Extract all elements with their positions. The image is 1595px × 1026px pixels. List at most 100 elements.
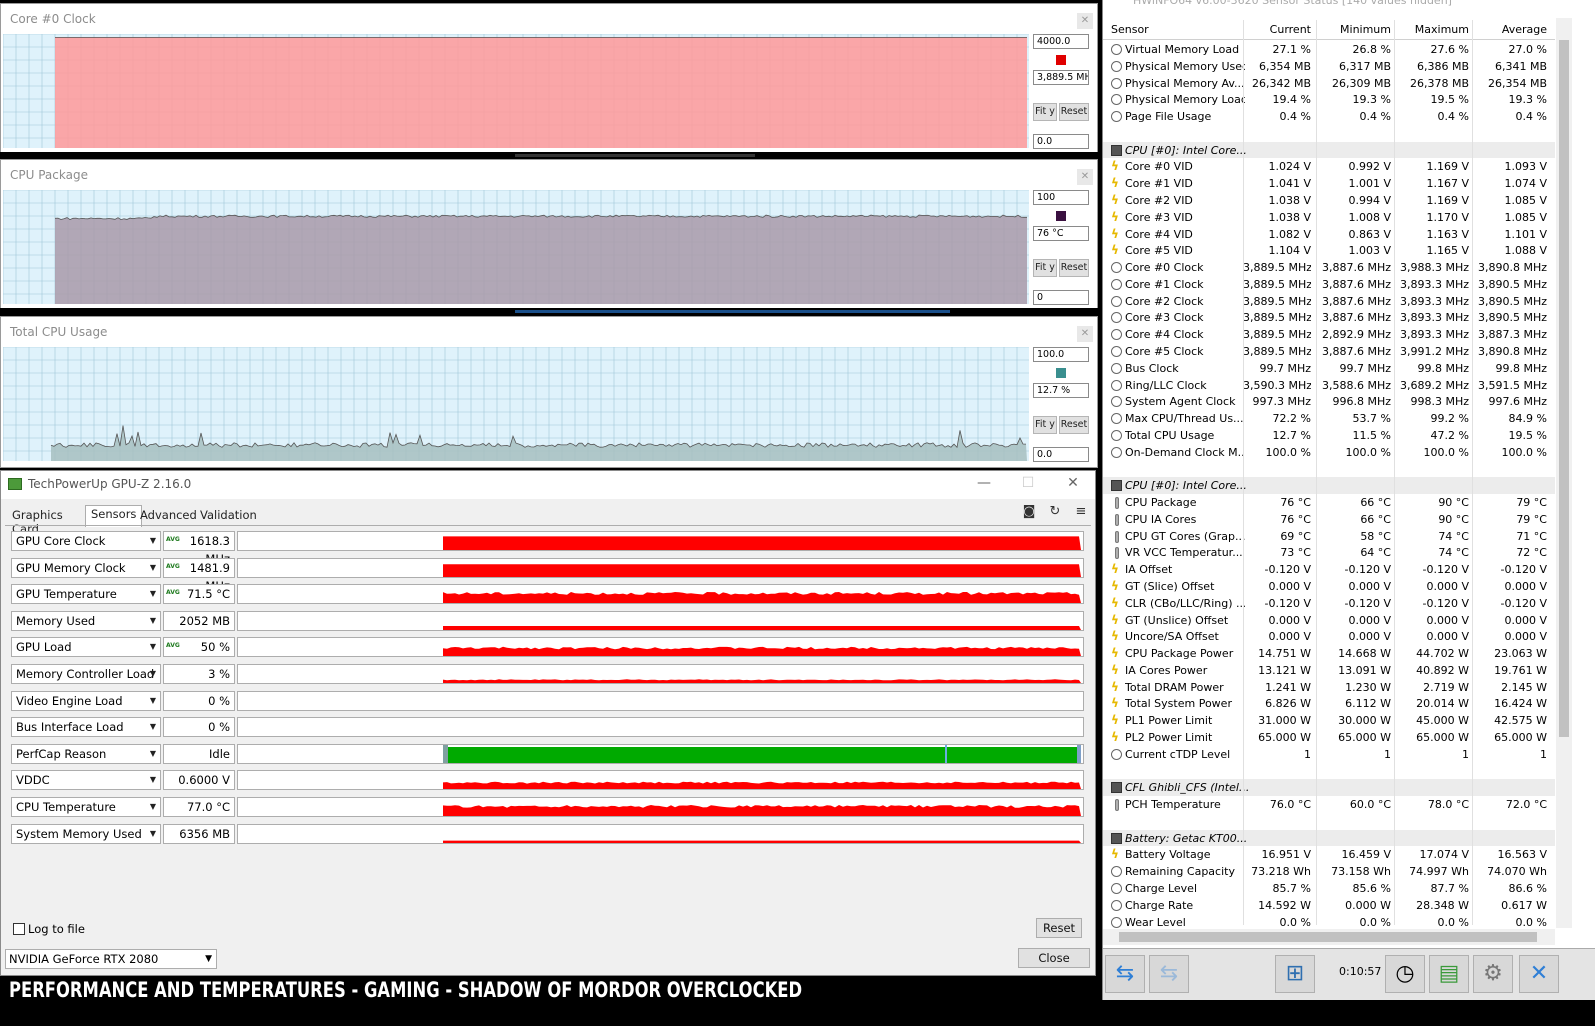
sensor-row[interactable]: Total CPU Usage 12.7 % 11.5 % 47.2 % 19.5 % <box>1103 427 1555 444</box>
sensor-row[interactable]: Core #2 Clock 3,889.5 MHz 3,887.6 MHz 3,893… <box>1103 293 1555 310</box>
sensor-group-header[interactable]: Battery: Getac KT00... <box>1103 829 1555 847</box>
close-button[interactable]: Close <box>1018 948 1090 968</box>
fit-y-button[interactable]: Fit y <box>1033 259 1057 277</box>
sensor-row[interactable]: System Agent Clock 997.3 MHz 996.8 MHz 998.… <box>1103 393 1555 410</box>
sensor-select[interactable]: GPU Temperature ▼ <box>11 584 161 605</box>
fit-y-button[interactable]: Fit y <box>1033 103 1057 121</box>
clock-icon[interactable]: ◷ <box>1385 955 1425 993</box>
reset-graph-button[interactable]: Reset <box>1059 416 1089 434</box>
menu-icon[interactable]: ≡ <box>1073 505 1089 519</box>
scrollbar-thumb[interactable] <box>1559 40 1569 737</box>
column-header-current[interactable]: Current <box>1243 23 1311 36</box>
sensor-row[interactable]: Charge Level 85.7 % 85.6 % 87.7 % 86.6 % <box>1103 880 1555 897</box>
sensor-row[interactable]: ϟ CPU Package Power 14.751 W 14.668 W 44.702… <box>1103 645 1555 662</box>
sensor-group-header[interactable]: CFL Ghibli_CFS (Intel... <box>1103 779 1555 797</box>
sensor-row[interactable]: Core #4 Clock 3,889.5 MHz 2,892.9 MHz 3,893… <box>1103 326 1555 343</box>
sensor-row[interactable]: Core #0 Clock 3,889.5 MHz 3,887.6 MHz 3,988… <box>1103 259 1555 276</box>
vertical-scrollbar[interactable] <box>1556 18 1572 928</box>
sensor-row[interactable]: ϟ PL2 Power Limit 65.000 W 65.000 W 65.000 W… <box>1103 729 1555 746</box>
tab-validation[interactable]: Validation <box>195 507 262 525</box>
settings-gear-icon[interactable]: ⚙ <box>1473 955 1513 993</box>
sensor-row[interactable]: Charge Rate 14.592 W 0.000 W 28.348 W 0.617 … <box>1103 897 1555 914</box>
sensor-row[interactable]: Physical Memory Used 6,354 MB 6,317 MB 6,38… <box>1103 58 1555 75</box>
sensor-row[interactable]: ϟ CLR (CBo/LLC/Ring) ... -0.120 V -0.120 V -… <box>1103 595 1555 612</box>
add-report-icon[interactable]: ▤ <box>1429 955 1469 993</box>
maximize-icon[interactable]: ☐ <box>1013 475 1043 491</box>
sensor-row[interactable]: Wear Level 0.0 % 0.0 % 0.0 % 0.0 % <box>1103 914 1555 931</box>
sensor-select[interactable]: System Memory Used ▼ <box>11 823 161 844</box>
camera-icon[interactable]: ◙ <box>1021 505 1037 519</box>
horizontal-scrollbar[interactable] <box>1103 929 1555 945</box>
sensor-row[interactable]: ϟ Core #5 VID 1.104 V 1.003 V 1.165 V 1.088 V <box>1103 242 1555 259</box>
close-icon[interactable]: ✕ <box>1058 475 1088 491</box>
column-header-minimum[interactable]: Minimum <box>1321 23 1391 36</box>
sensor-row[interactable]: Core #1 Clock 3,889.5 MHz 3,887.6 MHz 3,893… <box>1103 276 1555 293</box>
graph-min-value[interactable]: 0.0 <box>1033 447 1089 462</box>
scrollbar-thumb[interactable] <box>1119 932 1537 942</box>
reset-graph-button[interactable]: Reset <box>1059 103 1089 121</box>
network-icon[interactable]: ⊞ <box>1275 955 1315 993</box>
sensor-row[interactable]: ϟ IA Cores Power 13.121 W 13.091 W 40.892 W 1… <box>1103 662 1555 679</box>
sensor-row[interactable]: CPU IA Cores 76 °C 66 °C 90 °C 79 °C <box>1103 511 1555 528</box>
sensor-select[interactable]: CPU Temperature ▼ <box>11 797 161 817</box>
close-icon[interactable]: ✕ <box>1077 169 1093 185</box>
scrollbar-thumb[interactable] <box>515 310 950 313</box>
sensor-row[interactable]: ϟ IA Offset -0.120 V -0.120 V -0.120 V -0.120… <box>1103 561 1555 578</box>
graph-max-value[interactable]: 100 <box>1033 190 1089 205</box>
sensor-row[interactable]: CPU GT Cores (Grap... 69 °C 58 °C 74 °C 71 °… <box>1103 528 1555 545</box>
sensor-row[interactable]: Physical Memory Load 19.4 % 19.3 % 19.5 % 19… <box>1103 91 1555 108</box>
graph-min-value[interactable]: 0.0 <box>1033 134 1089 149</box>
sensor-row[interactable]: ϟ GT (Unslice) Offset 0.000 V 0.000 V 0.000 … <box>1103 612 1555 629</box>
tab-graphics-card[interactable]: Graphics Card <box>7 507 68 536</box>
sensor-select[interactable]: PerfCap Reason ▼ <box>11 743 161 764</box>
sensor-row[interactable]: Core #3 Clock 3,889.5 MHz 3,887.6 MHz 3,893… <box>1103 309 1555 326</box>
graph-scrollbar[interactable] <box>0 152 1098 159</box>
sensor-row[interactable]: Max CPU/Thread Us... 72.2 % 53.7 % 99.2 % 84… <box>1103 410 1555 427</box>
log-to-file-checkbox[interactable] <box>13 923 25 935</box>
sensor-select[interactable]: Memory Controller Load ▼ <box>11 664 161 684</box>
sensor-row[interactable]: ϟ Total System Power 6.826 W 6.112 W 20.014 … <box>1103 695 1555 712</box>
sensor-row[interactable]: ϟ Total DRAM Power 1.241 W 1.230 W 2.719 W 2.… <box>1103 679 1555 696</box>
reset-graph-button[interactable]: Reset <box>1059 259 1089 277</box>
sensor-select[interactable]: Memory Used ▼ <box>11 610 161 631</box>
close-icon[interactable]: ✕ <box>1077 326 1093 342</box>
graph-max-value[interactable]: 4000.0 <box>1033 34 1089 49</box>
close-sensors-icon[interactable]: ✕ <box>1519 955 1559 993</box>
sensor-row[interactable]: ϟ Core #2 VID 1.038 V 0.994 V 1.169 V 1.085 V <box>1103 192 1555 209</box>
fit-y-button[interactable]: Fit y <box>1033 416 1057 434</box>
reset-button[interactable]: Reset <box>1036 918 1082 938</box>
sensor-row[interactable]: ϟ Uncore/SA Offset 0.000 V 0.000 V 0.000 V 0.… <box>1103 628 1555 645</box>
sensor-row[interactable]: Page File Usage 0.4 % 0.4 % 0.4 % 0.4 % <box>1103 108 1555 125</box>
tab-sensors[interactable]: Sensors <box>85 505 143 527</box>
sensor-row[interactable]: Core #5 Clock 3,889.5 MHz 3,887.6 MHz 3,991… <box>1103 343 1555 360</box>
sensor-row[interactable]: ϟ Core #4 VID 1.082 V 0.863 V 1.163 V 1.101 V <box>1103 226 1555 243</box>
sensor-row[interactable]: Current cTDP Level 1 1 1 1 <box>1103 746 1555 763</box>
tab-advanced[interactable]: Advanced <box>135 507 202 525</box>
sensor-row[interactable]: Ring/LLC Clock 3,590.3 MHz 3,588.6 MHz 3,68… <box>1103 377 1555 394</box>
sensor-select[interactable]: GPU Load ▼ <box>11 637 161 658</box>
graph-color-swatch[interactable] <box>1056 55 1066 65</box>
graph-color-swatch[interactable] <box>1056 211 1066 221</box>
column-header-average[interactable]: Average <box>1477 23 1547 36</box>
sensor-row[interactable]: On-Demand Clock M... 100.0 % 100.0 % 100.0 … <box>1103 444 1555 461</box>
column-header-sensor[interactable]: Sensor <box>1111 23 1211 36</box>
sensor-row[interactable]: VR VCC Temperatur... 73 °C 64 °C 74 °C 72 °C <box>1103 544 1555 561</box>
graph-max-value[interactable]: 100.0 <box>1033 347 1089 362</box>
navigate-left-icon[interactable]: ⇆ <box>1105 955 1145 993</box>
sensor-group-header[interactable]: CPU [#0]: Intel Core... <box>1103 141 1555 159</box>
graph-scrollbar[interactable] <box>0 308 1098 315</box>
device-select[interactable]: NVIDIA GeForce RTX 2080 ▼ <box>5 949 217 969</box>
sensor-row[interactable]: ϟ Core #1 VID 1.041 V 1.001 V 1.167 V 1.074 V <box>1103 175 1555 192</box>
column-header-maximum[interactable]: Maximum <box>1399 23 1469 36</box>
sensor-row[interactable]: ϟ GT (Slice) Offset 0.000 V 0.000 V 0.000 V 0… <box>1103 578 1555 595</box>
sensor-row[interactable]: PCH Temperature 76.0 °C 60.0 °C 78.0 °C 72.0… <box>1103 796 1555 813</box>
sensor-row[interactable]: Remaining Capacity 73.218 Wh 73.158 Wh 74.9… <box>1103 863 1555 880</box>
sensor-row[interactable]: Physical Memory Av... 26,342 MB 26,309 MB 2… <box>1103 75 1555 92</box>
sensor-select[interactable]: VDDC ▼ <box>11 770 161 791</box>
navigate-right-icon[interactable]: ⇆ <box>1149 955 1189 993</box>
refresh-icon[interactable]: ↻ <box>1047 505 1063 519</box>
minimize-icon[interactable]: — <box>969 475 999 491</box>
sensor-row[interactable]: ϟ Core #0 VID 1.024 V 0.992 V 1.169 V 1.093 V <box>1103 158 1555 175</box>
sensor-select[interactable]: GPU Core Clock ▼ <box>11 531 161 551</box>
sensor-group-header[interactable]: CPU [#0]: Intel Core... <box>1103 477 1555 495</box>
